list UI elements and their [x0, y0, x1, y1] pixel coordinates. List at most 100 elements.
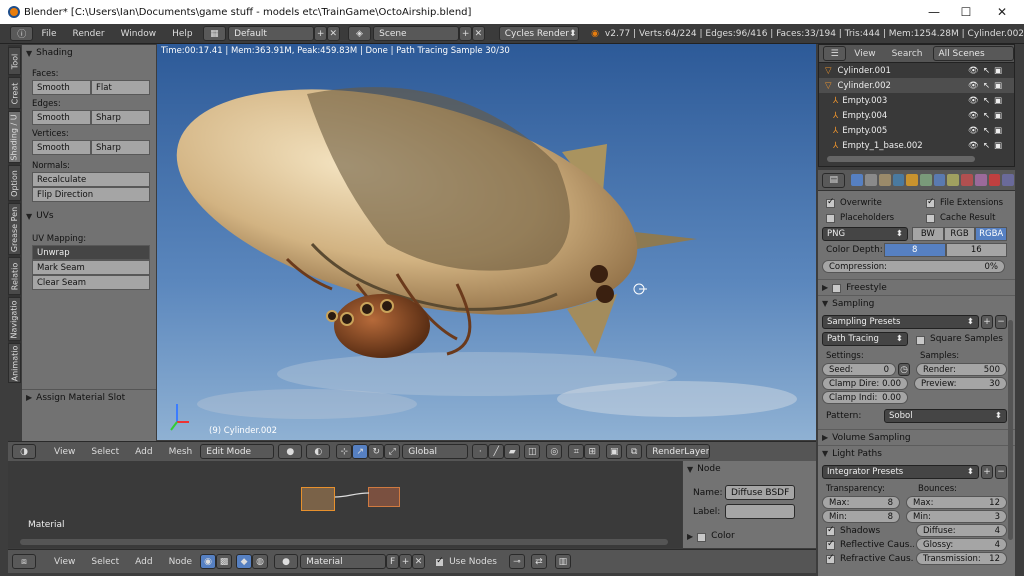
node-menu-add[interactable]: Add [127, 557, 160, 567]
clamp-indirect-field[interactable]: Clamp Indi: 0.00 [822, 391, 908, 404]
translate-manipulator-icon[interactable]: ↗ [352, 444, 369, 459]
integrator-select[interactable]: Path Tracing ⬍ [822, 332, 908, 346]
editor-type-node-icon[interactable]: ⧈ [12, 554, 36, 569]
world-shader-icon[interactable]: ◍ [252, 554, 269, 569]
viewport-shading-icon[interactable]: ● [278, 444, 303, 459]
square-samples-checkbox[interactable] [916, 335, 925, 345]
visibility-controls[interactable]: 👁↖▣ [968, 126, 1006, 136]
tab-create[interactable]: Creat [8, 77, 21, 109]
object-shader-icon[interactable]: ◆ [236, 554, 253, 569]
add-screen-icon[interactable]: + [314, 26, 327, 41]
properties-scrollbar[interactable] [1008, 320, 1013, 540]
vertex-select-icon[interactable]: · [472, 444, 489, 459]
visibility-controls[interactable]: 👁↖▣ [968, 111, 1006, 121]
remove-integrator-preset-icon[interactable]: − [995, 465, 1007, 479]
node-menu-view[interactable]: View [46, 557, 83, 567]
sampling-presets-menu[interactable]: Sampling Presets ⬍ [822, 315, 979, 329]
transparency-max-field[interactable]: Max: 8 [822, 496, 900, 509]
pivot-point-icon[interactable]: ◐ [306, 444, 331, 459]
reflective-caustics-checkbox[interactable] [826, 539, 835, 550]
material-tab-icon[interactable] [961, 174, 973, 186]
outliner-row-cylinder-002[interactable]: ▽ Cylinder.002 👁↖▣ [819, 78, 1014, 93]
constraints-tab-icon[interactable] [919, 174, 932, 186]
placeholders-checkbox[interactable] [826, 214, 835, 223]
tab-relations[interactable]: Relatio [8, 257, 21, 295]
rgb-button[interactable]: RGB [943, 227, 976, 241]
shading-panel-header[interactable]: ▼ Shading [22, 45, 156, 61]
opengl-render-icon[interactable]: ▣ [606, 444, 623, 459]
proportional-edit-icon[interactable]: ◎ [546, 444, 563, 459]
modifiers-tab-icon[interactable] [933, 174, 946, 186]
light-paths-panel-header[interactable]: ▼ Light Paths [818, 445, 1015, 461]
render-engine-select[interactable]: Cycles Render ⬍ [498, 26, 580, 41]
scene-icon[interactable]: ◈ [347, 26, 372, 41]
freestyle-panel-header[interactable]: ▶ Freestyle [818, 279, 1015, 295]
clamp-direct-field[interactable]: Clamp Dire: 0.00 [822, 377, 908, 390]
add-material-icon[interactable]: + [399, 554, 413, 569]
manipulator-toggle-icon[interactable]: ⊹ [336, 444, 353, 459]
glossy-bounces-field[interactable]: Glossy: 4 [916, 538, 1007, 551]
composite-nodes-icon[interactable]: ▩ [216, 554, 233, 569]
remove-preset-icon[interactable]: − [995, 315, 1007, 329]
editor-type-info-icon[interactable]: ⓘ [10, 26, 34, 41]
editor-type-outliner-icon[interactable]: ☰ [823, 46, 847, 61]
freestyle-checkbox[interactable] [832, 284, 842, 293]
unlink-material-icon[interactable]: ✕ [412, 554, 426, 569]
transform-orientation-select[interactable]: Global [402, 444, 469, 459]
remove-scene-icon[interactable]: ✕ [472, 26, 485, 41]
outliner-menu-view[interactable]: View [846, 49, 883, 59]
assign-material-panel-header[interactable]: ▶ Assign Material Slot [22, 389, 156, 405]
tab-grease-pencil[interactable]: Grease Pen [8, 203, 21, 255]
screen-layout-icon[interactable]: ▦ [202, 26, 227, 41]
output-node[interactable] [368, 487, 400, 507]
outliner-row-empty-003[interactable]: ⅄ Empty.003 👁↖▣ [819, 93, 1014, 108]
scene-tab-icon[interactable] [878, 174, 891, 186]
bw-button[interactable]: BW [912, 227, 944, 241]
file-extensions-checkbox[interactable] [926, 197, 935, 208]
unwrap-menu[interactable]: Unwrap [32, 245, 150, 260]
shadows-checkbox[interactable] [826, 525, 835, 536]
file-format-select[interactable]: PNG ⬍ [822, 227, 908, 241]
clear-seam-button[interactable]: Clear Seam [32, 275, 150, 290]
face-select-icon[interactable]: ▰ [504, 444, 521, 459]
editor-type-properties-icon[interactable]: ▤ [822, 172, 846, 188]
cache-result-checkbox[interactable] [926, 214, 935, 223]
editor-type-3d-icon[interactable]: ◑ [12, 444, 36, 459]
node-menu-select[interactable]: Select [83, 557, 127, 567]
faces-smooth-button[interactable]: Smooth [32, 80, 91, 95]
fake-user-button[interactable]: F [386, 554, 400, 569]
backdrop-icon[interactable]: ▥ [554, 554, 571, 569]
limit-selection-icon[interactable]: ◫ [524, 444, 541, 459]
vertices-sharp-button[interactable]: Sharp [91, 140, 150, 155]
use-nodes-checkbox[interactable] [435, 556, 445, 567]
physics-tab-icon[interactable] [1002, 174, 1014, 186]
menu-file[interactable]: File [33, 29, 64, 39]
texture-tab-icon[interactable] [974, 174, 987, 186]
vertices-smooth-button[interactable]: Smooth [32, 140, 91, 155]
node-name-field[interactable]: Diffuse BSDF [725, 485, 795, 500]
outliner-row-empty-004[interactable]: ⅄ Empty.004 👁↖▣ [819, 108, 1014, 123]
visibility-controls[interactable]: 👁↖▣ [968, 81, 1006, 91]
outliner-row-empty-005[interactable]: ⅄ Empty.005 👁↖▣ [819, 123, 1014, 138]
snap-element-icon[interactable]: ⊞ [584, 444, 601, 459]
integrator-presets-menu[interactable]: Integrator Presets ⬍ [822, 465, 979, 479]
preview-samples-field[interactable]: Preview: 30 [914, 377, 1007, 390]
outliner-menu-search[interactable]: Search [884, 49, 931, 59]
3d-viewport[interactable]: Time:00:17.41 | Mem:363.91M, Peak:459.83… [157, 44, 816, 440]
color-checkbox[interactable] [697, 532, 707, 542]
render-layers-icon[interactable]: ⧉ [626, 444, 643, 459]
edges-sharp-button[interactable]: Sharp [91, 110, 150, 125]
outliner-display-select[interactable]: All Scenes [932, 46, 1014, 61]
menu-help[interactable]: Help [164, 29, 201, 39]
animated-seed-icon[interactable]: ◷ [898, 363, 910, 376]
material-browse-icon[interactable]: ● [274, 554, 299, 569]
render-tab-icon[interactable] [851, 174, 864, 186]
menu-add[interactable]: Add [127, 447, 160, 457]
transparency-min-field[interactable]: Min: 8 [822, 510, 900, 523]
tab-navigation[interactable]: Navigatio [8, 297, 21, 341]
recalculate-button[interactable]: Recalculate [32, 172, 150, 187]
compression-slider[interactable]: Compression: 0% [822, 260, 1005, 273]
tab-options[interactable]: Option [8, 165, 21, 201]
rgba-button[interactable]: RGBA [975, 227, 1008, 241]
outliner-row-empty-1-base[interactable]: ⅄ Empty_1_base.002 👁↖▣ [819, 138, 1014, 153]
